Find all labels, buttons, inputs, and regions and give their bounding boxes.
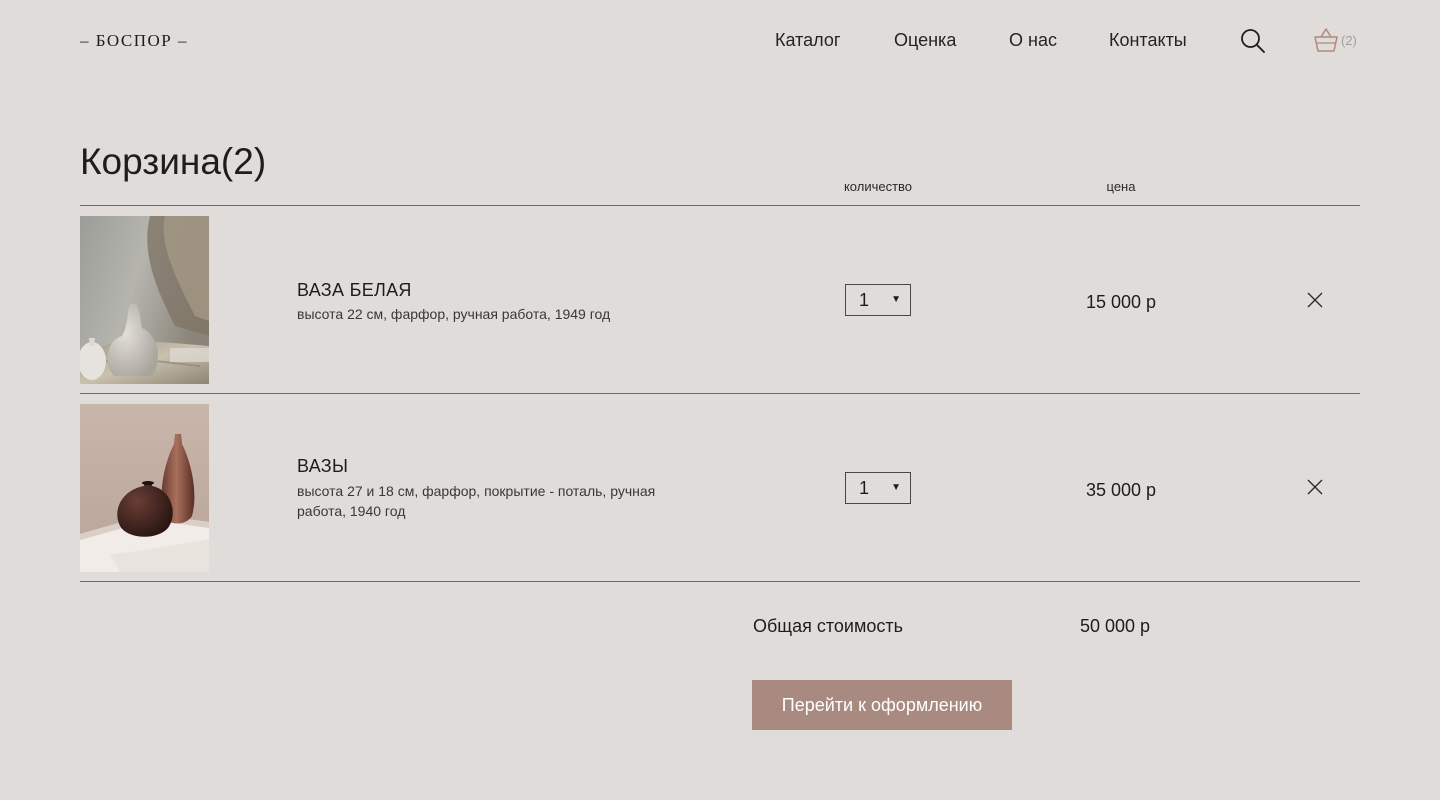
total-label: Общая стоимость (753, 616, 903, 636)
nav-item-about[interactable]: О нас (1009, 30, 1057, 51)
caret-down-icon: ▼ (891, 482, 901, 493)
close-icon[interactable] (1305, 290, 1325, 310)
divider (80, 581, 1360, 582)
product-image-vases[interactable] (80, 404, 209, 572)
item-description: высота 27 и 18 см, фарфор, покрытие - по… (297, 483, 656, 519)
item-name: ВАЗА БЕЛАЯ (297, 280, 412, 300)
divider (80, 393, 1360, 394)
quantity-select[interactable]: 1 ▼ (845, 472, 911, 504)
close-icon[interactable] (1305, 477, 1325, 497)
product-image-white-vase[interactable] (80, 216, 209, 384)
search-icon[interactable] (1239, 27, 1267, 55)
cart-page: – БОСПОР – Каталог Оценка О нас Контакты… (0, 0, 1440, 800)
column-header-price: цена (1106, 179, 1136, 194)
nav-item-catalog[interactable]: Каталог (775, 30, 840, 51)
quantity-select[interactable]: 1 ▼ (845, 284, 911, 316)
logo[interactable]: – БОСПОР – (80, 31, 188, 51)
checkout-button[interactable]: Перейти к оформлению (752, 680, 1012, 730)
quantity-value: 1 (859, 290, 870, 310)
total-value: 50 000 р (1079, 616, 1151, 636)
basket-count: (2) (1341, 33, 1357, 48)
nav-item-contacts[interactable]: Контакты (1109, 30, 1187, 51)
quantity-value: 1 (859, 478, 870, 498)
item-price: 15 000 р (1085, 292, 1157, 312)
caret-down-icon: ▼ (891, 294, 901, 305)
basket-icon[interactable] (1312, 26, 1340, 54)
page-title: Корзина(2) (80, 141, 267, 182)
item-name: ВАЗЫ (297, 456, 349, 476)
item-description: высота 22 см, фарфор, ручная работа, 194… (297, 306, 611, 322)
divider (80, 205, 1360, 206)
item-price: 35 000 р (1085, 480, 1157, 500)
column-header-quantity: количество (843, 179, 913, 194)
nav-item-valuation[interactable]: Оценка (894, 30, 956, 51)
